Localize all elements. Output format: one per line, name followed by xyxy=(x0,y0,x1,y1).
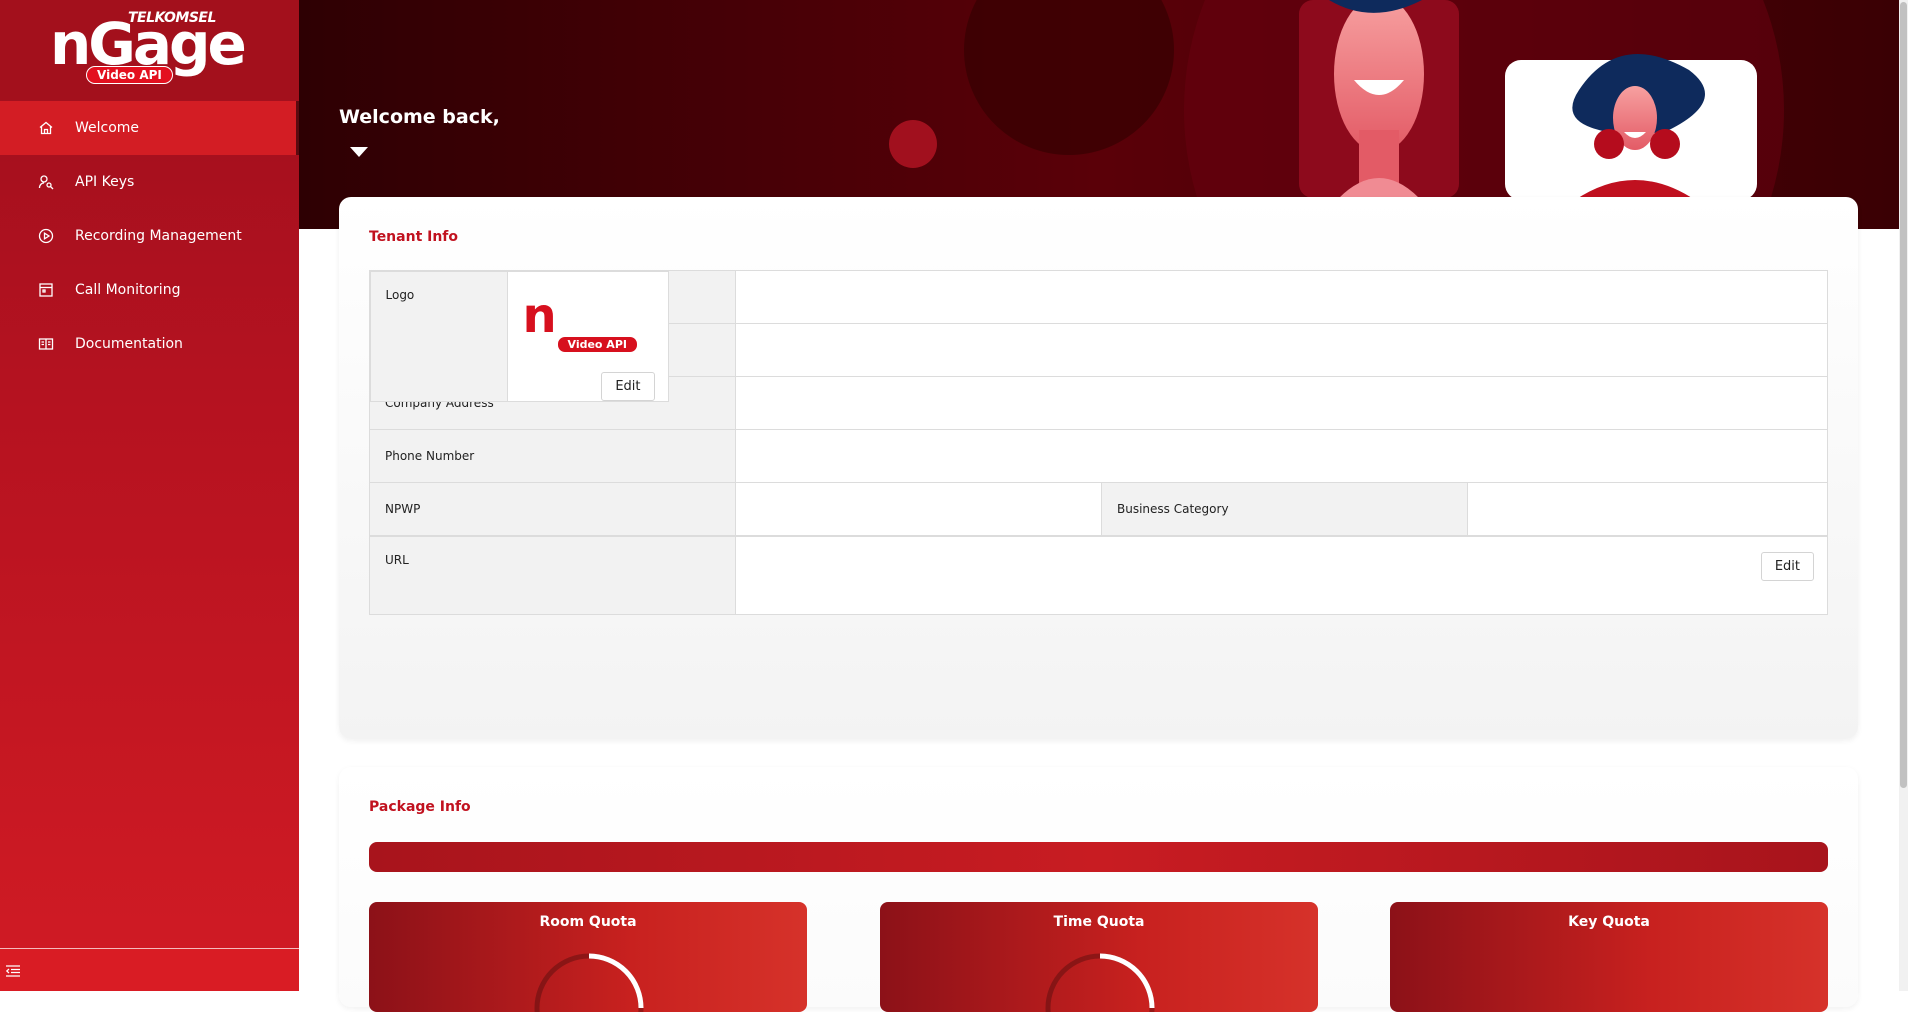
package-info-card: Package Info Room Quota Time Quota Key Q… xyxy=(339,767,1858,1012)
edit-url-button[interactable]: Edit xyxy=(1760,552,1814,581)
sidebar-item-label: Documentation xyxy=(75,336,183,352)
book-icon xyxy=(37,335,55,353)
company-name-value xyxy=(735,323,1828,377)
sidebar-item-label: API Keys xyxy=(75,174,135,190)
table-row: Logo n Video API Edit xyxy=(369,270,669,402)
brand-logo[interactable]: TELKOMSEL nGage Video API xyxy=(0,0,299,100)
sidebar-item-label: Call Monitoring xyxy=(75,282,181,298)
time-quota-card: Time Quota xyxy=(880,902,1318,1012)
package-name-bar xyxy=(369,842,1828,872)
key-user-icon xyxy=(37,173,55,191)
edit-logo-button[interactable]: Edit xyxy=(601,371,655,401)
key-quota-label: Key Quota xyxy=(1568,914,1650,930)
home-icon xyxy=(37,119,55,137)
tenant-info-table: API ID Company Name Company Address Phon… xyxy=(369,270,1828,615)
business-category-value xyxy=(1467,482,1828,536)
sidebar-item-label: Recording Management xyxy=(75,228,242,244)
room-quota-label: Room Quota xyxy=(539,914,637,930)
logo-badge: Video API xyxy=(556,335,638,353)
room-quota-card: Room Quota xyxy=(369,902,807,1012)
collapse-menu-icon[interactable] xyxy=(5,962,20,981)
calendar-icon xyxy=(37,281,55,299)
tenant-logo-image: n Video API xyxy=(523,288,653,354)
tenant-info-card: Tenant Info API ID Company Name Company … xyxy=(339,197,1858,739)
npwp-label: NPWP xyxy=(369,482,736,536)
sidebar-footer xyxy=(0,948,299,991)
phone-number-value xyxy=(735,429,1828,483)
room-quota-gauge xyxy=(534,953,644,1012)
url-cell: Edit xyxy=(735,536,1828,615)
url-label: URL xyxy=(369,536,736,615)
welcome-heading: Welcome back, xyxy=(339,106,500,128)
page-scrollbar[interactable] xyxy=(1899,0,1908,991)
npwp-value xyxy=(735,482,1102,536)
logo-label: Logo xyxy=(369,270,508,402)
package-info-title: Package Info xyxy=(369,799,471,815)
sidebar-item-api-keys[interactable]: API Keys xyxy=(0,155,299,209)
logo-cell: n Video API Edit xyxy=(506,270,669,402)
play-circle-icon xyxy=(37,227,55,245)
table-row: Phone Number xyxy=(369,429,1828,483)
hero-illustration xyxy=(299,0,1899,229)
table-row: URL Edit xyxy=(369,536,1828,615)
sidebar-item-call-monitoring[interactable]: Call Monitoring xyxy=(0,263,299,317)
sidebar-item-label: Welcome xyxy=(75,120,140,136)
key-quota-card: Key Quota xyxy=(1390,902,1828,1012)
ngage-wordmark: nGage xyxy=(50,10,247,78)
hero-banner: Welcome back, xyxy=(299,0,1899,229)
sidebar-item-documentation[interactable]: Documentation xyxy=(0,317,299,371)
time-quota-label: Time Quota xyxy=(1053,914,1145,930)
table-row: NPWP Business Category xyxy=(369,482,1828,536)
sidebar-nav: Welcome API Keys Recording Management Ca… xyxy=(0,101,299,371)
logo-letter: n xyxy=(522,287,557,344)
time-quota-gauge xyxy=(1045,953,1155,1012)
phone-number-label: Phone Number xyxy=(369,429,736,483)
sidebar: TELKOMSEL nGage Video API Welcome API Ke… xyxy=(0,0,299,991)
sidebar-item-welcome[interactable]: Welcome xyxy=(0,101,299,155)
company-address-value xyxy=(735,376,1828,430)
video-api-badge: Video API xyxy=(86,66,173,84)
scrollbar-thumb[interactable] xyxy=(1900,2,1907,788)
api-id-value xyxy=(735,270,1828,324)
sidebar-item-recording-management[interactable]: Recording Management xyxy=(0,209,299,263)
tenant-info-title: Tenant Info xyxy=(369,229,459,245)
caret-down-icon[interactable] xyxy=(350,147,368,157)
business-category-label: Business Category xyxy=(1101,482,1468,536)
